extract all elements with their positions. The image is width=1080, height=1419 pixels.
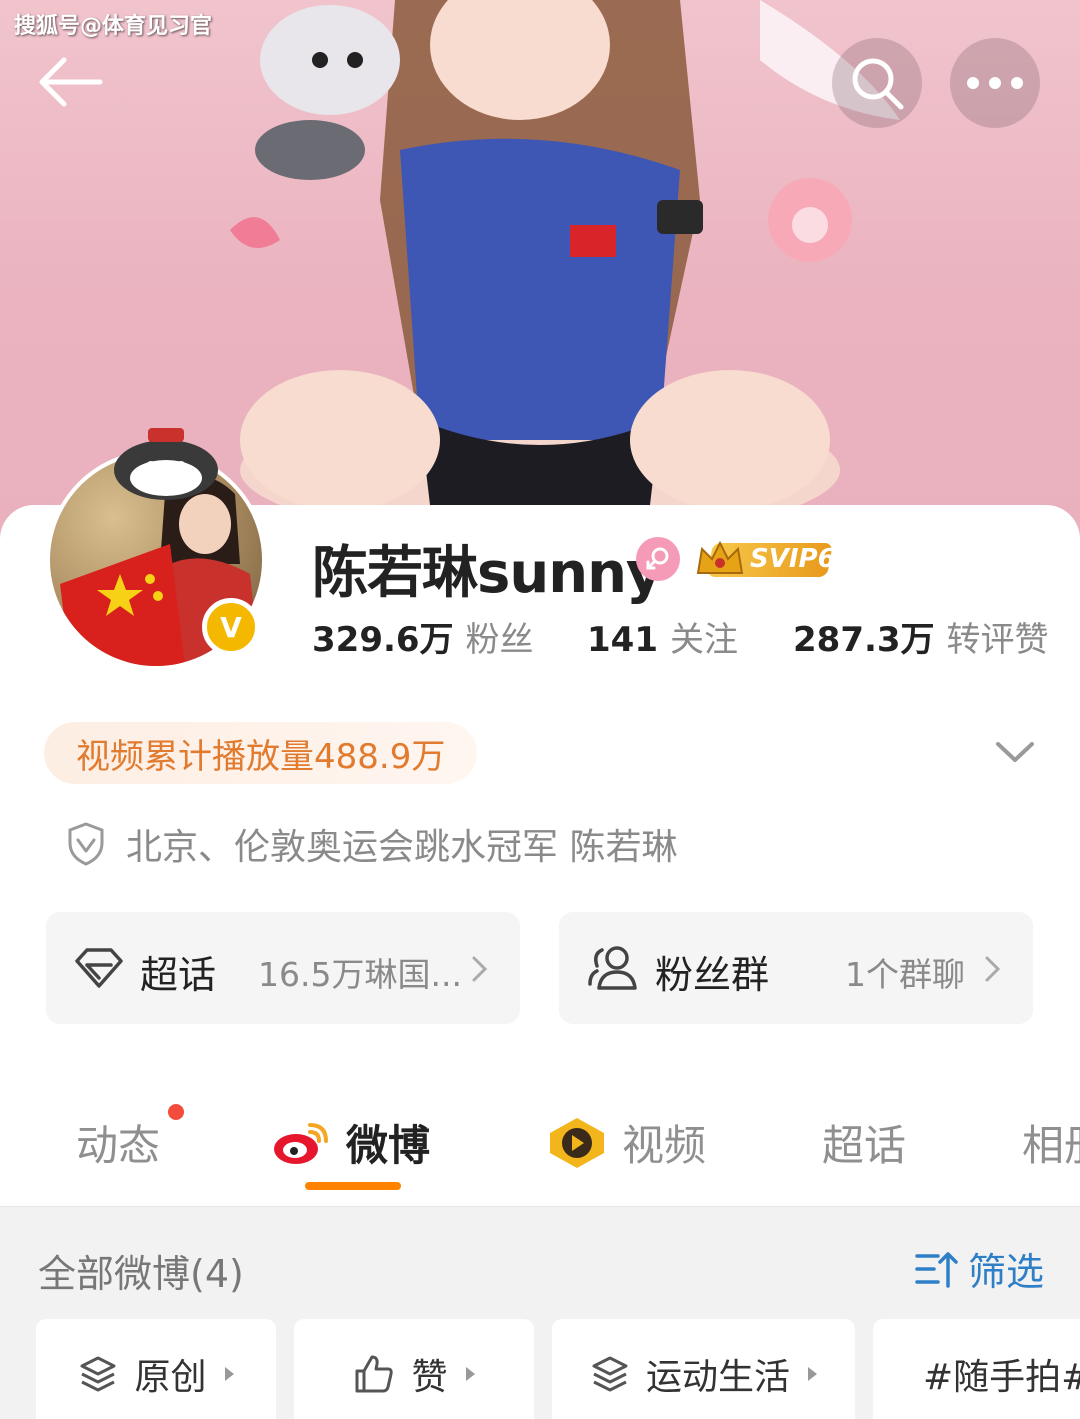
- chip-likes[interactable]: 赞: [294, 1319, 534, 1419]
- tab-video[interactable]: 视频: [546, 1112, 706, 1173]
- diamond-icon: [75, 948, 123, 988]
- stat-label: 转评赞: [946, 620, 1049, 660]
- stat-label: 关注: [669, 620, 738, 660]
- filter-label: 筛选: [968, 1250, 1045, 1294]
- feed-title: 全部微博(4): [38, 1252, 244, 1296]
- tab-label: 动态: [76, 1121, 161, 1170]
- active-tab-indicator: [305, 1182, 401, 1190]
- notification-dot: [168, 1104, 184, 1120]
- fan-group-card[interactable]: 粉丝群 1个群聊: [559, 912, 1033, 1024]
- svip-badge[interactable]: SVIP6: [694, 537, 836, 581]
- stat-followers[interactable]: 329.6万 粉丝: [312, 612, 534, 661]
- fan-group-value: 1个群聊: [845, 955, 965, 994]
- chip-arrow-icon: [224, 1367, 234, 1381]
- search-button[interactable]: [832, 38, 922, 128]
- tab-label: 超话: [822, 1121, 907, 1170]
- tab-label: 微博: [346, 1121, 431, 1170]
- super-topic-title: 超话: [140, 953, 217, 997]
- expand-chevron-icon[interactable]: [994, 734, 1036, 770]
- gender-female-icon: [636, 537, 680, 581]
- bio-text: 北京、伦敦奥运会跳水冠军 陈若琳: [126, 827, 678, 868]
- shield-check-icon: [68, 822, 104, 866]
- chevron-right-icon: [472, 956, 488, 982]
- tab-album[interactable]: 相册: [1022, 1112, 1080, 1173]
- chip-label: #随手拍#: [923, 1357, 1080, 1398]
- avatar-pendant-cat: [114, 428, 218, 500]
- super-topic-value: 16.5万琳国...: [258, 955, 462, 994]
- more-button[interactable]: [950, 38, 1040, 128]
- super-topic-card[interactable]: 超话 16.5万琳国...: [46, 912, 520, 1024]
- sort-filter-icon: [915, 1251, 958, 1288]
- chip-arrow-icon: [465, 1367, 475, 1381]
- profile-name: 陈若琳sunny: [312, 541, 662, 606]
- tab-super-topic[interactable]: 超话: [822, 1112, 906, 1173]
- video-play-icon: [550, 1117, 604, 1168]
- stat-following[interactable]: 141 关注: [587, 612, 738, 661]
- avatar-container[interactable]: V: [46, 428, 266, 670]
- search-icon: [852, 58, 904, 110]
- filter-button[interactable]: 筛选: [914, 1241, 1044, 1296]
- verified-badge: V: [202, 598, 260, 656]
- watermark: 搜狐号@体育见习官: [14, 14, 213, 39]
- more-icon: [967, 77, 1023, 89]
- chevron-right-icon: [985, 956, 1001, 982]
- stat-value: 141: [587, 620, 658, 660]
- video-plays-badge: 视频累计播放量488.9万: [44, 722, 478, 784]
- chip-label: 运动生活: [645, 1357, 790, 1398]
- feed-section: 全部微博(4) 筛选 原创 赞 运动生活 #随手拍#: [0, 1206, 1080, 1419]
- tab-weibo[interactable]: 微博: [272, 1112, 430, 1173]
- group-icon: [588, 946, 637, 990]
- chip-arrow-icon: [808, 1367, 817, 1381]
- stat-value: 329.6万: [312, 620, 454, 660]
- tab-label: 相册: [1022, 1121, 1080, 1170]
- tab-feed[interactable]: 动态: [76, 1112, 160, 1173]
- chip-sports-life[interactable]: 运动生活: [552, 1319, 855, 1419]
- back-arrow-icon: [39, 57, 103, 107]
- tab-label: 视频: [622, 1121, 707, 1170]
- bio-row: 北京、伦敦奥运会跳水冠军 陈若琳: [66, 818, 677, 870]
- chip-original[interactable]: 原创: [36, 1319, 276, 1419]
- svip-label: SVIP6: [750, 544, 836, 574]
- weibo-logo-icon: [274, 1122, 328, 1164]
- profile-tabs: 动态 微博 视频 超话 相册: [0, 1098, 1080, 1208]
- profile-stats: 329.6万 粉丝 141 关注 287.3万 转评赞: [312, 612, 1052, 662]
- chip-casual-shot[interactable]: #随手拍#: [873, 1319, 1080, 1419]
- chip-label: 赞: [411, 1357, 448, 1398]
- chip-label: 原创: [134, 1357, 207, 1398]
- layers-icon: [80, 1356, 116, 1392]
- stat-reposts-likes[interactable]: 287.3万 转评赞: [793, 612, 1049, 661]
- back-button[interactable]: [34, 52, 106, 112]
- fan-group-title: 粉丝群: [655, 953, 770, 997]
- layers-icon: [592, 1356, 628, 1392]
- stat-value: 287.3万: [793, 620, 935, 660]
- stat-label: 粉丝: [465, 620, 534, 660]
- thumbs-up-icon: [355, 1355, 394, 1393]
